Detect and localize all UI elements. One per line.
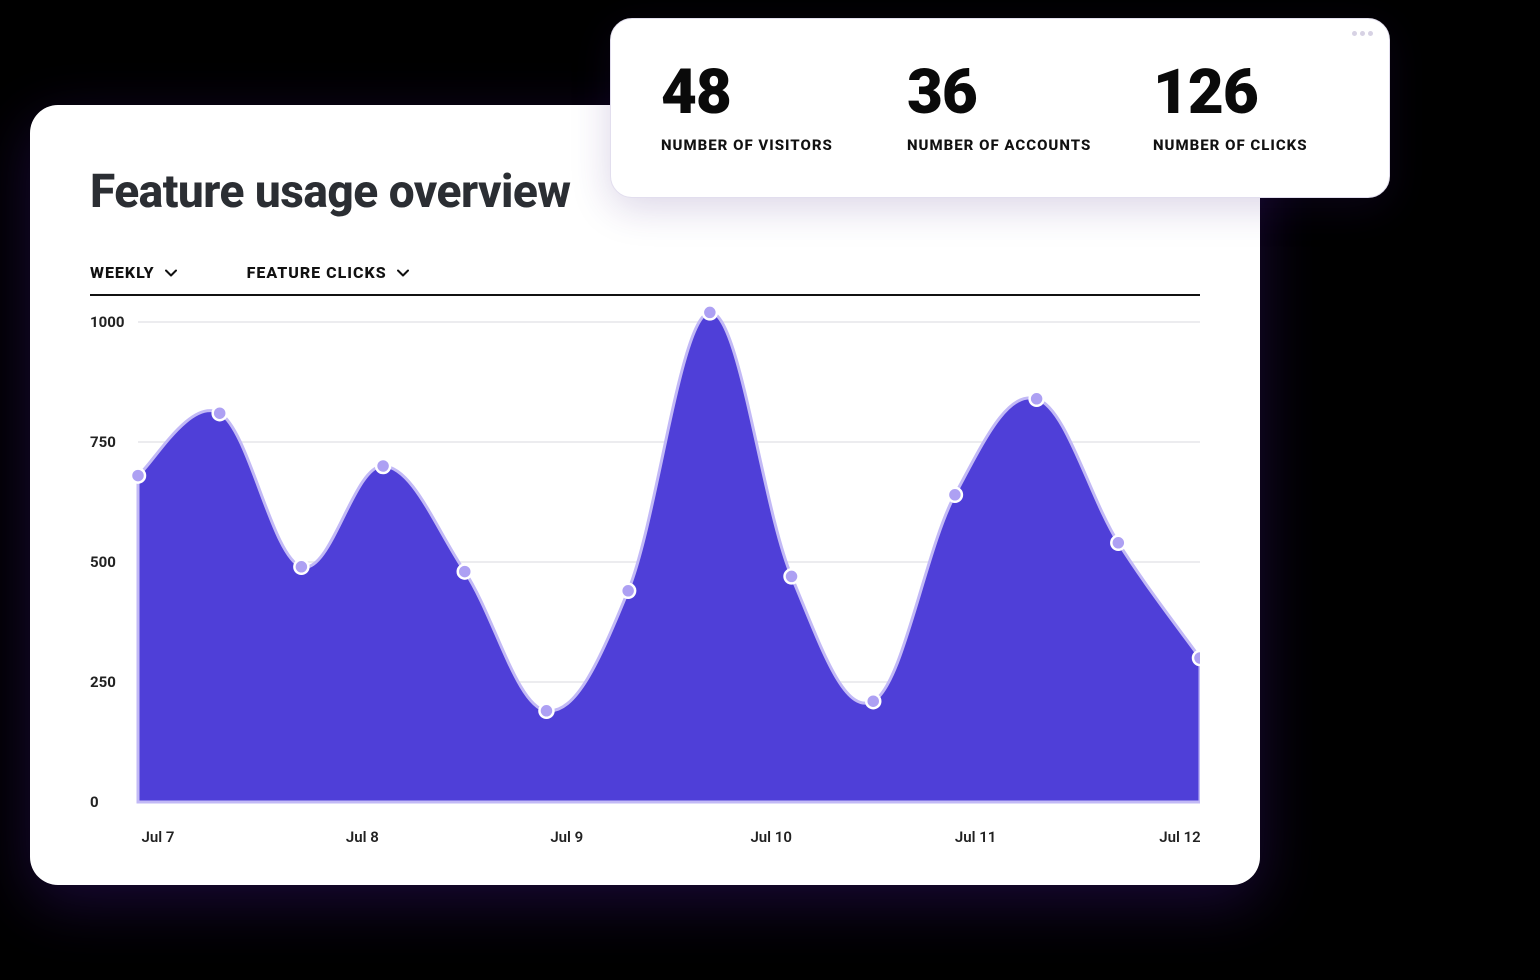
svg-text:Jul 11: Jul 11 [955, 828, 997, 846]
svg-text:250: 250 [90, 673, 116, 691]
svg-text:Jul 10: Jul 10 [750, 828, 792, 846]
data-point[interactable] [213, 406, 227, 420]
stat-visitors-value: 48 [661, 62, 847, 124]
data-point[interactable] [294, 560, 308, 574]
svg-text:0: 0 [90, 793, 99, 811]
data-point[interactable] [621, 584, 635, 598]
data-point[interactable] [1193, 651, 1200, 665]
stat-clicks-label: NUMBER OF CLICKS [1153, 136, 1339, 154]
stat-visitors-label: NUMBER OF VISITORS [661, 136, 847, 154]
stat-accounts-label: NUMBER OF ACCOUNTS [907, 136, 1093, 154]
period-selector[interactable]: WEEKLY [90, 263, 177, 282]
data-point[interactable] [131, 469, 145, 483]
data-point[interactable] [376, 459, 390, 473]
stats-card: 48 NUMBER OF VISITORS 36 NUMBER OF ACCOU… [610, 18, 1390, 198]
data-point[interactable] [866, 694, 880, 708]
period-selector-label: WEEKLY [90, 263, 155, 282]
metric-selector[interactable]: FEATURE CLICKS [247, 263, 409, 282]
svg-text:Jul 8: Jul 8 [346, 828, 379, 846]
chevron-down-icon [165, 267, 177, 279]
stat-accounts: 36 NUMBER OF ACCOUNTS [907, 62, 1093, 154]
stat-clicks-value: 126 [1153, 62, 1339, 124]
data-point[interactable] [458, 565, 472, 579]
svg-text:750: 750 [90, 433, 116, 451]
stat-clicks: 126 NUMBER OF CLICKS [1153, 62, 1339, 154]
chart-card: Feature usage overview WEEKLY FEATURE CL… [30, 105, 1260, 885]
metric-selector-label: FEATURE CLICKS [247, 263, 387, 282]
chart-selectors: WEEKLY FEATURE CLICKS [90, 263, 1200, 296]
data-point[interactable] [948, 488, 962, 502]
more-options-icon[interactable] [1352, 31, 1373, 36]
svg-text:Jul 7: Jul 7 [142, 828, 175, 846]
svg-text:1000: 1000 [90, 313, 124, 331]
stat-visitors: 48 NUMBER OF VISITORS [661, 62, 847, 154]
data-point[interactable] [1111, 536, 1125, 550]
data-point[interactable] [539, 704, 553, 718]
data-point[interactable] [785, 569, 799, 583]
chevron-down-icon [397, 267, 409, 279]
data-point[interactable] [1030, 392, 1044, 406]
svg-text:Jul 12: Jul 12 [1159, 828, 1200, 846]
svg-text:Jul 9: Jul 9 [550, 828, 583, 846]
svg-text:500: 500 [90, 553, 116, 571]
chart-area: 0 250 500 750 1000 Jul 7 Jul 8 Jul 9 Jul 10 Jul 1… [90, 302, 1200, 862]
data-point[interactable] [703, 305, 717, 319]
stat-accounts-value: 36 [907, 62, 1093, 124]
